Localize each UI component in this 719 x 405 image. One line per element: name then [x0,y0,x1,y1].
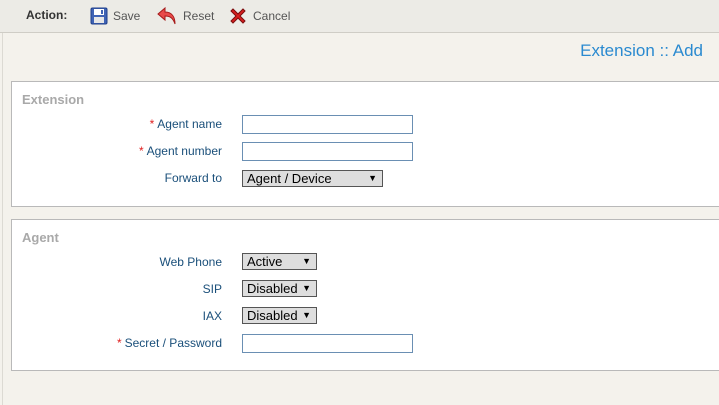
agent-legend: Agent [22,230,59,245]
agent-number-label: * Agent number [12,144,222,158]
extension-legend: Extension [22,92,85,107]
iax-label: IAX [202,309,222,323]
dropdown-arrow-icon: ▼ [302,256,311,266]
dropdown-arrow-icon: ▼ [368,173,377,183]
forward-to-value: Agent / Device [247,171,332,186]
save-label: Save [113,9,141,23]
left-divider [2,33,3,405]
agent-number-input[interactable] [242,142,413,161]
forward-to-select[interactable]: Agent / Device ▼ [242,170,383,187]
web-phone-value: Active [247,254,283,269]
sip-value: Disabled [247,281,298,296]
required-marker: * [149,117,155,131]
required-marker: * [138,144,144,158]
secret-password-label: * Secret / Password [12,336,222,350]
iax-value: Disabled [247,308,298,323]
cancel-label: Cancel [253,9,291,23]
agent-name-label: * Agent name [12,117,222,131]
save-button[interactable]: Save [90,5,140,27]
sip-select[interactable]: Disabled ▼ [242,280,317,297]
reset-button[interactable]: Reset [156,5,214,27]
agent-panel: Agent Web Phone Active ▼ SIP Disabled ▼ … [11,219,719,371]
dropdown-arrow-icon: ▼ [302,310,311,320]
required-marker: * [116,336,122,350]
page-title: Extension :: Add [580,41,703,60]
reset-label: Reset [183,9,215,23]
web-phone-select[interactable]: Active ▼ [242,253,317,270]
sip-label: SIP [202,282,222,296]
agent-number-label-text: Agent number [146,144,222,158]
web-phone-label: Web Phone [159,255,223,269]
undo-arrow-icon [156,6,178,26]
extension-panel: Extension * Agent name * Agent number Forw… [11,81,719,207]
secret-password-input[interactable] [242,334,413,353]
action-label: Action: [26,8,68,22]
agent-name-label-text: Agent name [157,117,222,131]
cancel-x-icon [228,6,248,26]
iax-select[interactable]: Disabled ▼ [242,307,317,324]
floppy-disk-icon [90,7,108,25]
agent-name-input[interactable] [242,115,413,134]
action-toolbar: Action: Save Reset Cancel [0,0,719,33]
forward-to-label: Forward to [164,171,222,185]
secret-password-label-text: Secret / Password [124,336,222,350]
dropdown-arrow-icon: ▼ [302,283,311,293]
cancel-button[interactable]: Cancel [228,5,290,27]
